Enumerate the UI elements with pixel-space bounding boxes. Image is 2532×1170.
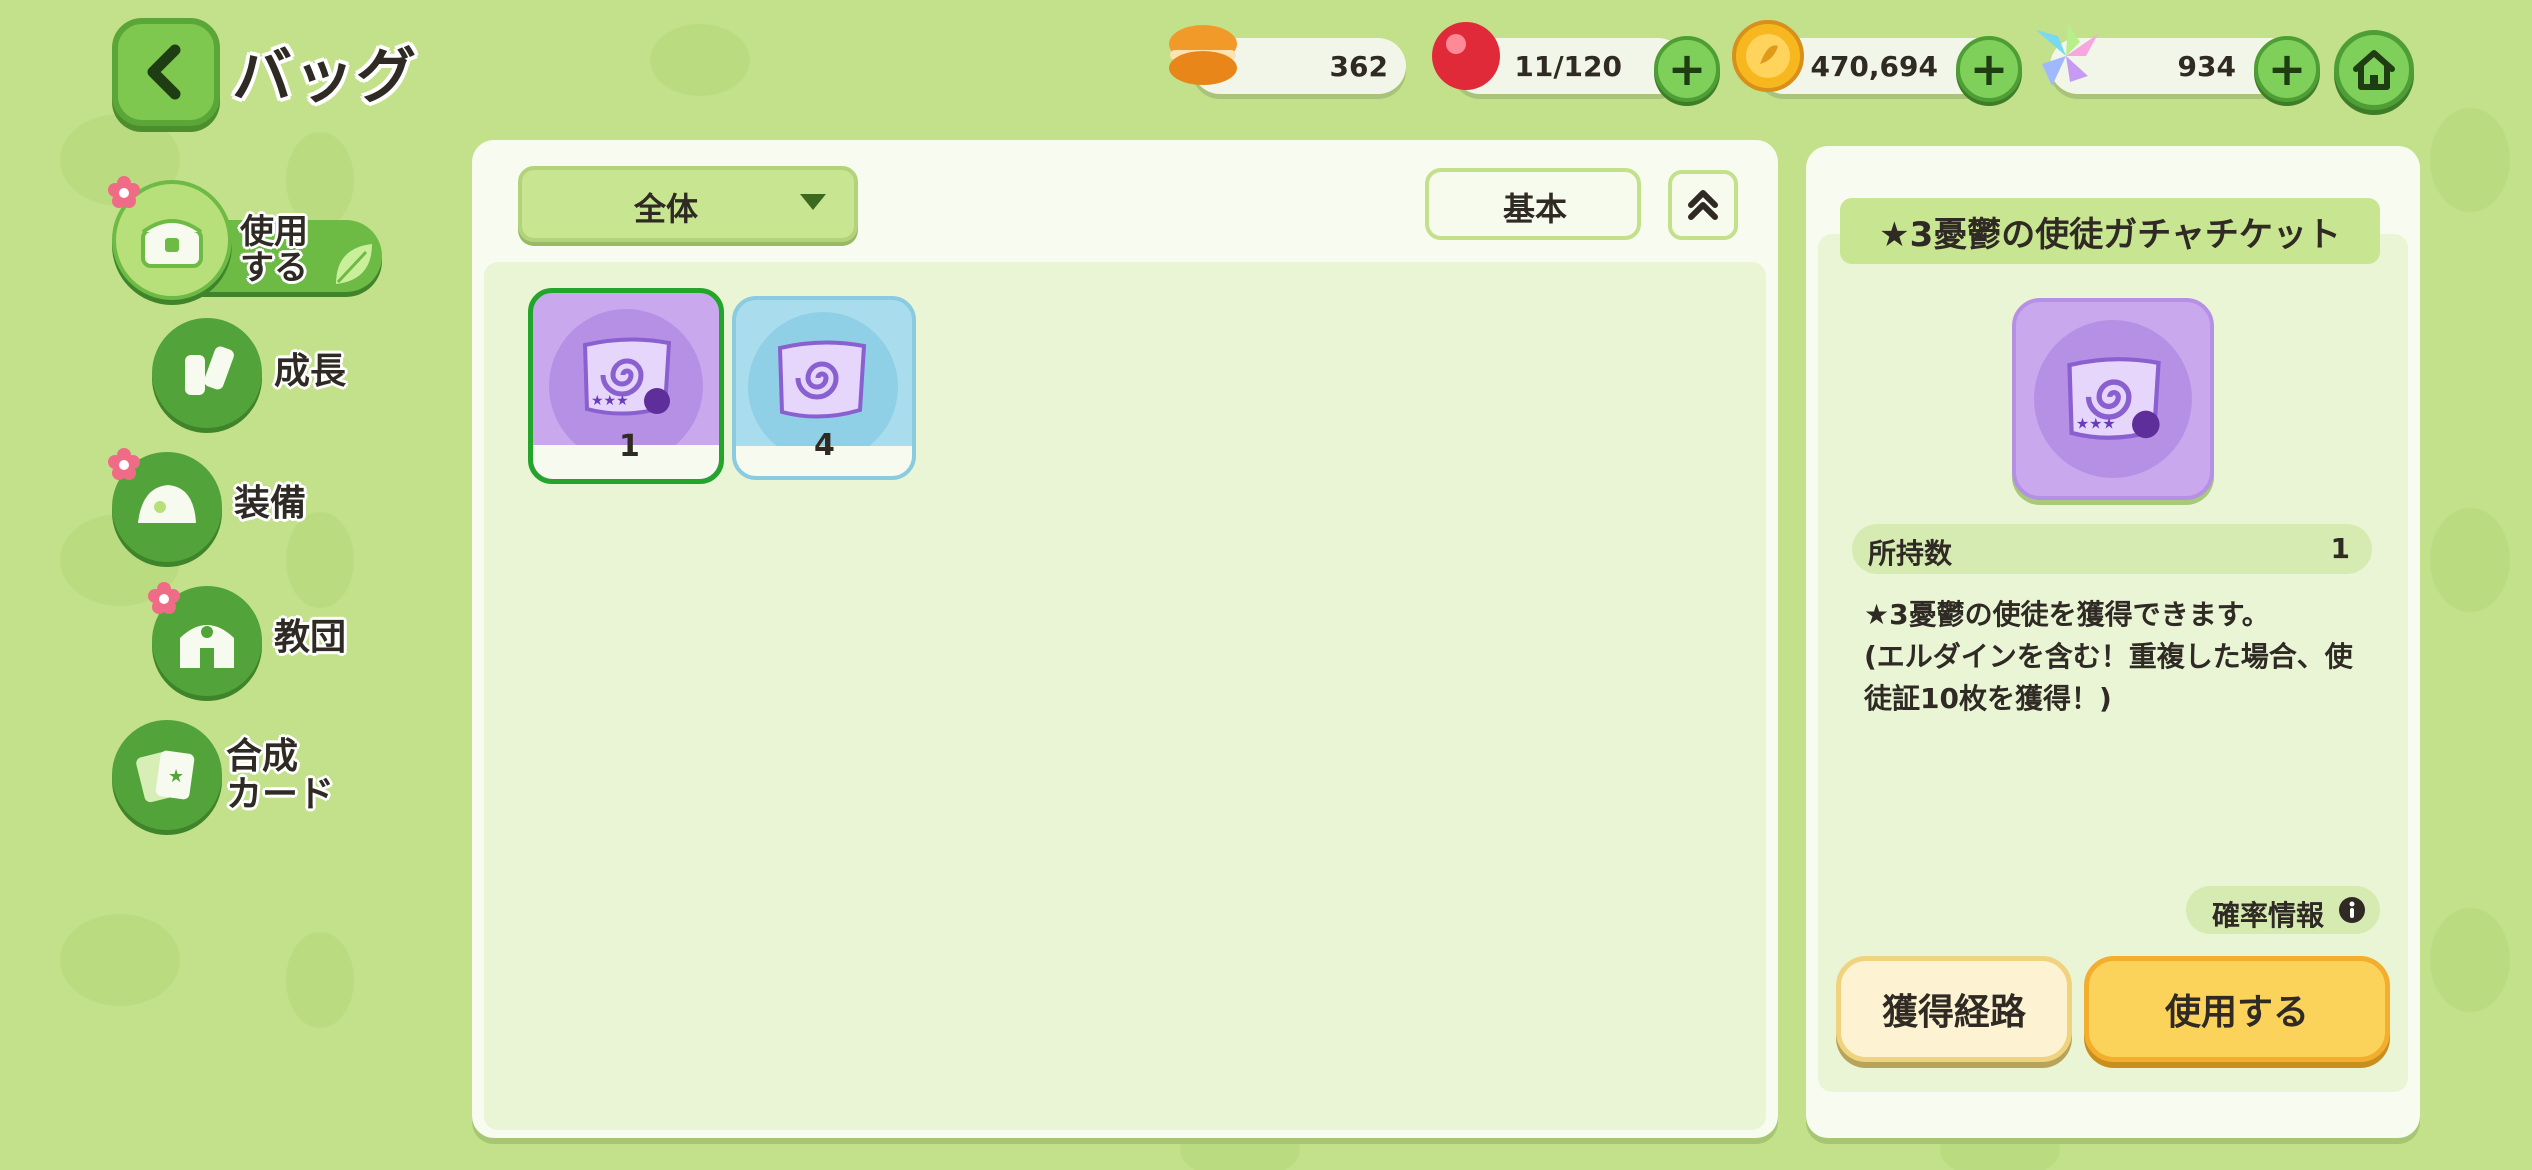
acquisition-route-button[interactable]: 獲得経路 [1836, 956, 2072, 1062]
use-item-button[interactable]: 使用する [2084, 956, 2390, 1062]
triangle-down-icon [800, 194, 826, 210]
svg-text:★★★: ★★★ [591, 393, 629, 409]
sidebar-item-label: 装備 [234, 483, 307, 524]
owned-value: 1 [2330, 532, 2350, 565]
red-candy-icon [1432, 22, 1500, 90]
gold-coin-icon [1732, 20, 1804, 92]
cards-icon: ★ [112, 720, 222, 830]
notification-flower-icon [108, 448, 140, 480]
owned-count-row: 所持数 1 [1852, 524, 2372, 574]
svg-text:★: ★ [168, 766, 184, 787]
resource-value: 934 [2177, 50, 2236, 83]
resource-value: 11/120 [1514, 50, 1622, 83]
button-label: 使用する [2164, 992, 2309, 1033]
add-gold-button[interactable]: + [1956, 36, 2022, 102]
home-icon [2353, 50, 2395, 90]
sidebar-item-equipment[interactable]: 装備 [112, 452, 322, 562]
purple-gacha-ticket-icon: ★★★ [2067, 357, 2161, 440]
sidebar-item-growth[interactable]: 成長 [152, 318, 362, 428]
double-chevron-up-icon [1688, 190, 1718, 220]
item-count: 4 [814, 428, 835, 463]
item-description: ★3憂鬱の使徒を獲得できます。 (エルダインを含む！重複した場合、使 徒証10枚… [1864, 594, 2364, 720]
add-crystal-button[interactable]: + [2254, 36, 2320, 102]
leaf-icon [336, 244, 372, 284]
sidebar-item-label: 合成 カード [226, 736, 335, 815]
resource-value: 362 [1329, 50, 1388, 83]
probability-info-button[interactable]: 確率情報 [2186, 886, 2380, 934]
purple-gacha-ticket-icon: ★★★ [582, 337, 672, 416]
info-icon [2339, 897, 2365, 923]
item-preview: ★★★ [2012, 298, 2214, 500]
button-label: 獲得経路 [1881, 992, 2026, 1033]
sort-button[interactable]: 基本 [1425, 168, 1641, 240]
potion-icon [152, 318, 262, 428]
inventory-slot[interactable]: 4 [732, 296, 916, 480]
description-line: ★3憂鬱の使徒を獲得できます。 [1864, 598, 2270, 631]
page-title: バッグ [232, 42, 418, 112]
resource-value: 470,694 [1810, 50, 1938, 83]
macaron-icon [1169, 25, 1237, 85]
owned-label: 所持数 [1868, 537, 1953, 570]
sidebar-item-synthesis-card[interactable]: ★ 合成 カード [112, 720, 352, 830]
rainbow-crystal-icon [2036, 24, 2098, 86]
sidebar-item-label: 教団 [274, 617, 347, 658]
sidebar-item-cult[interactable]: 教団 [152, 586, 362, 696]
item-count: 1 [619, 429, 640, 464]
home-button[interactable] [2334, 30, 2414, 110]
collapse-button[interactable] [1668, 170, 1738, 240]
notification-flower-icon [148, 582, 180, 614]
sidebar-item-label: 使用 する [240, 212, 308, 288]
sort-label: 基本 [1503, 190, 1568, 228]
sidebar-item-use[interactable]: 使用 する [112, 180, 382, 300]
sidebar-item-label: 成長 [274, 351, 347, 392]
svg-text:★★★: ★★★ [2076, 416, 2116, 433]
dropdown-value: 全体 [634, 190, 699, 228]
blue-gacha-ticket-icon [777, 340, 867, 419]
add-candy-button[interactable]: + [1654, 36, 1720, 102]
item-name: ★3憂鬱の使徒ガチャチケット [1840, 198, 2380, 264]
back-button[interactable] [112, 18, 220, 126]
description-line: (エルダインを含む！重複した場合、使 [1864, 640, 2353, 673]
notification-flower-icon [108, 176, 140, 208]
chevron-left-icon [147, 44, 181, 100]
description-line: 徒証10枚を獲得！) [1864, 682, 2112, 715]
inventory-slot[interactable]: ★★★ 1 [528, 288, 724, 484]
category-dropdown[interactable]: 全体 [518, 166, 858, 242]
probability-label: 確率情報 [2212, 899, 2325, 932]
